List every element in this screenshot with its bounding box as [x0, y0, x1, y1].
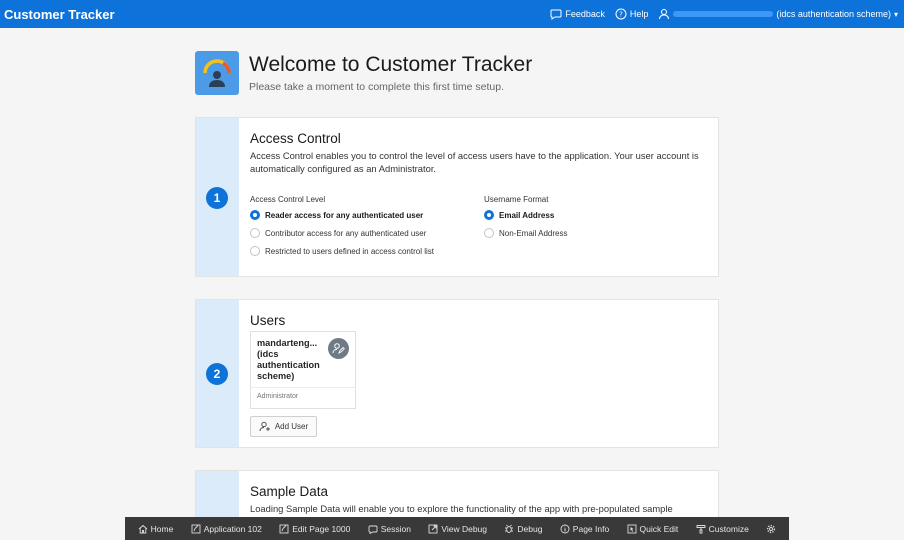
dev-edit-page-label: Edit Page 1000: [292, 523, 351, 534]
feedback-label: Feedback: [565, 9, 605, 19]
user-name: mandarteng... (idcs authentication schem…: [257, 338, 320, 381]
radio-dot: [250, 246, 260, 256]
dev-session-button[interactable]: Session: [368, 524, 411, 534]
help-icon: ?: [615, 8, 627, 20]
paint-brush-icon: [696, 524, 706, 533]
developer-toolbar: Home Application 102 Edit Page 1000 Sess…: [125, 517, 789, 540]
add-user-icon: [259, 421, 270, 432]
users-heading: Users: [250, 313, 286, 328]
user-card[interactable]: mandarteng... (idcs authentication schem…: [250, 331, 356, 409]
dev-application-button[interactable]: Application 102: [191, 524, 262, 534]
home-icon: [138, 524, 147, 533]
feedback-link[interactable]: Feedback: [550, 8, 605, 20]
radio-dot: [484, 228, 494, 238]
users-card: 2 Users mandarteng... (idcs authenticati…: [195, 299, 719, 448]
add-user-label: Add User: [274, 422, 309, 431]
edit-user-icon: [332, 343, 345, 354]
bug-icon: [505, 524, 514, 533]
radio-label: Restricted to users defined in access co…: [265, 246, 434, 256]
external-link-icon: [428, 524, 438, 533]
session-icon: [368, 525, 378, 534]
username-format-label: Username Format: [484, 195, 549, 204]
redacted-username: [673, 11, 774, 17]
page-subtitle: Please take a moment to complete this fi…: [249, 81, 505, 93]
dev-quick-edit-button[interactable]: Quick Edit: [627, 523, 679, 534]
radio-email-address[interactable]: Email Address: [484, 210, 554, 220]
user-role: Administrator: [257, 393, 299, 400]
user-scheme-label: (idcs authentication scheme): [776, 9, 891, 19]
access-control-level-label: Access Control Level: [250, 195, 326, 204]
dev-customize-button[interactable]: Customize: [696, 524, 749, 534]
gear-icon: [767, 524, 776, 533]
radio-restricted-access[interactable]: Restricted to users defined in access co…: [250, 246, 434, 256]
user-menu[interactable]: (idcs authentication scheme) ▾: [658, 8, 898, 20]
user-card-divider: [251, 387, 355, 388]
quick-edit-icon: [627, 524, 636, 533]
dev-page-info-button[interactable]: Page Info: [560, 524, 609, 534]
radio-label: Email Address: [499, 210, 555, 220]
app-title[interactable]: Customer Tracker: [0, 7, 115, 22]
dev-home-label: Home: [150, 523, 174, 534]
dev-view-debug-button[interactable]: View Debug: [428, 524, 487, 534]
avatar[interactable]: [328, 338, 349, 359]
info-icon: [560, 524, 570, 533]
top-navigation-bar: Customer Tracker Feedback ? Help (idcs a…: [0, 0, 904, 28]
radio-dot: [250, 228, 260, 238]
radio-contributor-access[interactable]: Contributor access for any authenticated…: [250, 228, 426, 238]
dev-application-label: Application 102: [203, 523, 262, 534]
radio-label: Non-Email Address: [499, 228, 568, 238]
radio-reader-access[interactable]: Reader access for any authenticated user: [250, 210, 423, 220]
help-link[interactable]: ? Help: [615, 8, 649, 20]
help-label: Help: [629, 9, 649, 19]
dev-quick-edit-label: Quick Edit: [639, 523, 679, 534]
radio-dot: [250, 210, 260, 220]
dev-customize-label: Customize: [708, 523, 749, 534]
page-header: Welcome to Customer Tracker Please take …: [195, 51, 720, 96]
page-title: Welcome to Customer Tracker: [249, 53, 533, 76]
user-icon: [659, 9, 670, 20]
access-control-description: Access Control enables you to control th…: [250, 150, 699, 174]
svg-text:?: ?: [619, 11, 623, 19]
sample-data-heading: Sample Data: [250, 484, 329, 499]
dev-edit-page-button[interactable]: Edit Page 1000: [279, 524, 350, 534]
app-logo: [195, 51, 239, 95]
feedback-icon: [550, 9, 562, 20]
dev-settings-button[interactable]: [766, 524, 776, 534]
radio-label: Contributor access for any authenticated…: [265, 228, 427, 238]
sample-data-description: Loading Sample Data will enable you to e…: [250, 503, 673, 514]
dev-home-button[interactable]: Home: [138, 523, 174, 534]
dev-page-info-label: Page Info: [572, 523, 610, 534]
dev-session-label: Session: [380, 523, 411, 534]
access-control-card: 1 Access Control Access Control enables …: [195, 117, 719, 277]
radio-label: Reader access for any authenticated user: [265, 210, 424, 220]
dev-debug-button[interactable]: Debug: [504, 524, 542, 534]
step-number-1: 1: [206, 187, 228, 209]
step-number-2: 2: [206, 363, 228, 385]
add-user-button[interactable]: Add User: [250, 416, 317, 437]
access-control-heading: Access Control: [250, 131, 341, 146]
customer-tracker-logo-icon: [203, 59, 231, 87]
radio-dot: [484, 210, 494, 220]
dev-debug-label: Debug: [517, 523, 543, 534]
edit-page-icon: [279, 524, 289, 533]
chevron-down-icon: ▾: [893, 9, 898, 19]
top-right-links: Feedback ? Help (idcs authentication sch…: [550, 0, 898, 28]
radio-non-email-address[interactable]: Non-Email Address: [484, 228, 567, 238]
edit-application-icon: [191, 524, 201, 533]
dev-view-debug-label: View Debug: [441, 523, 488, 534]
